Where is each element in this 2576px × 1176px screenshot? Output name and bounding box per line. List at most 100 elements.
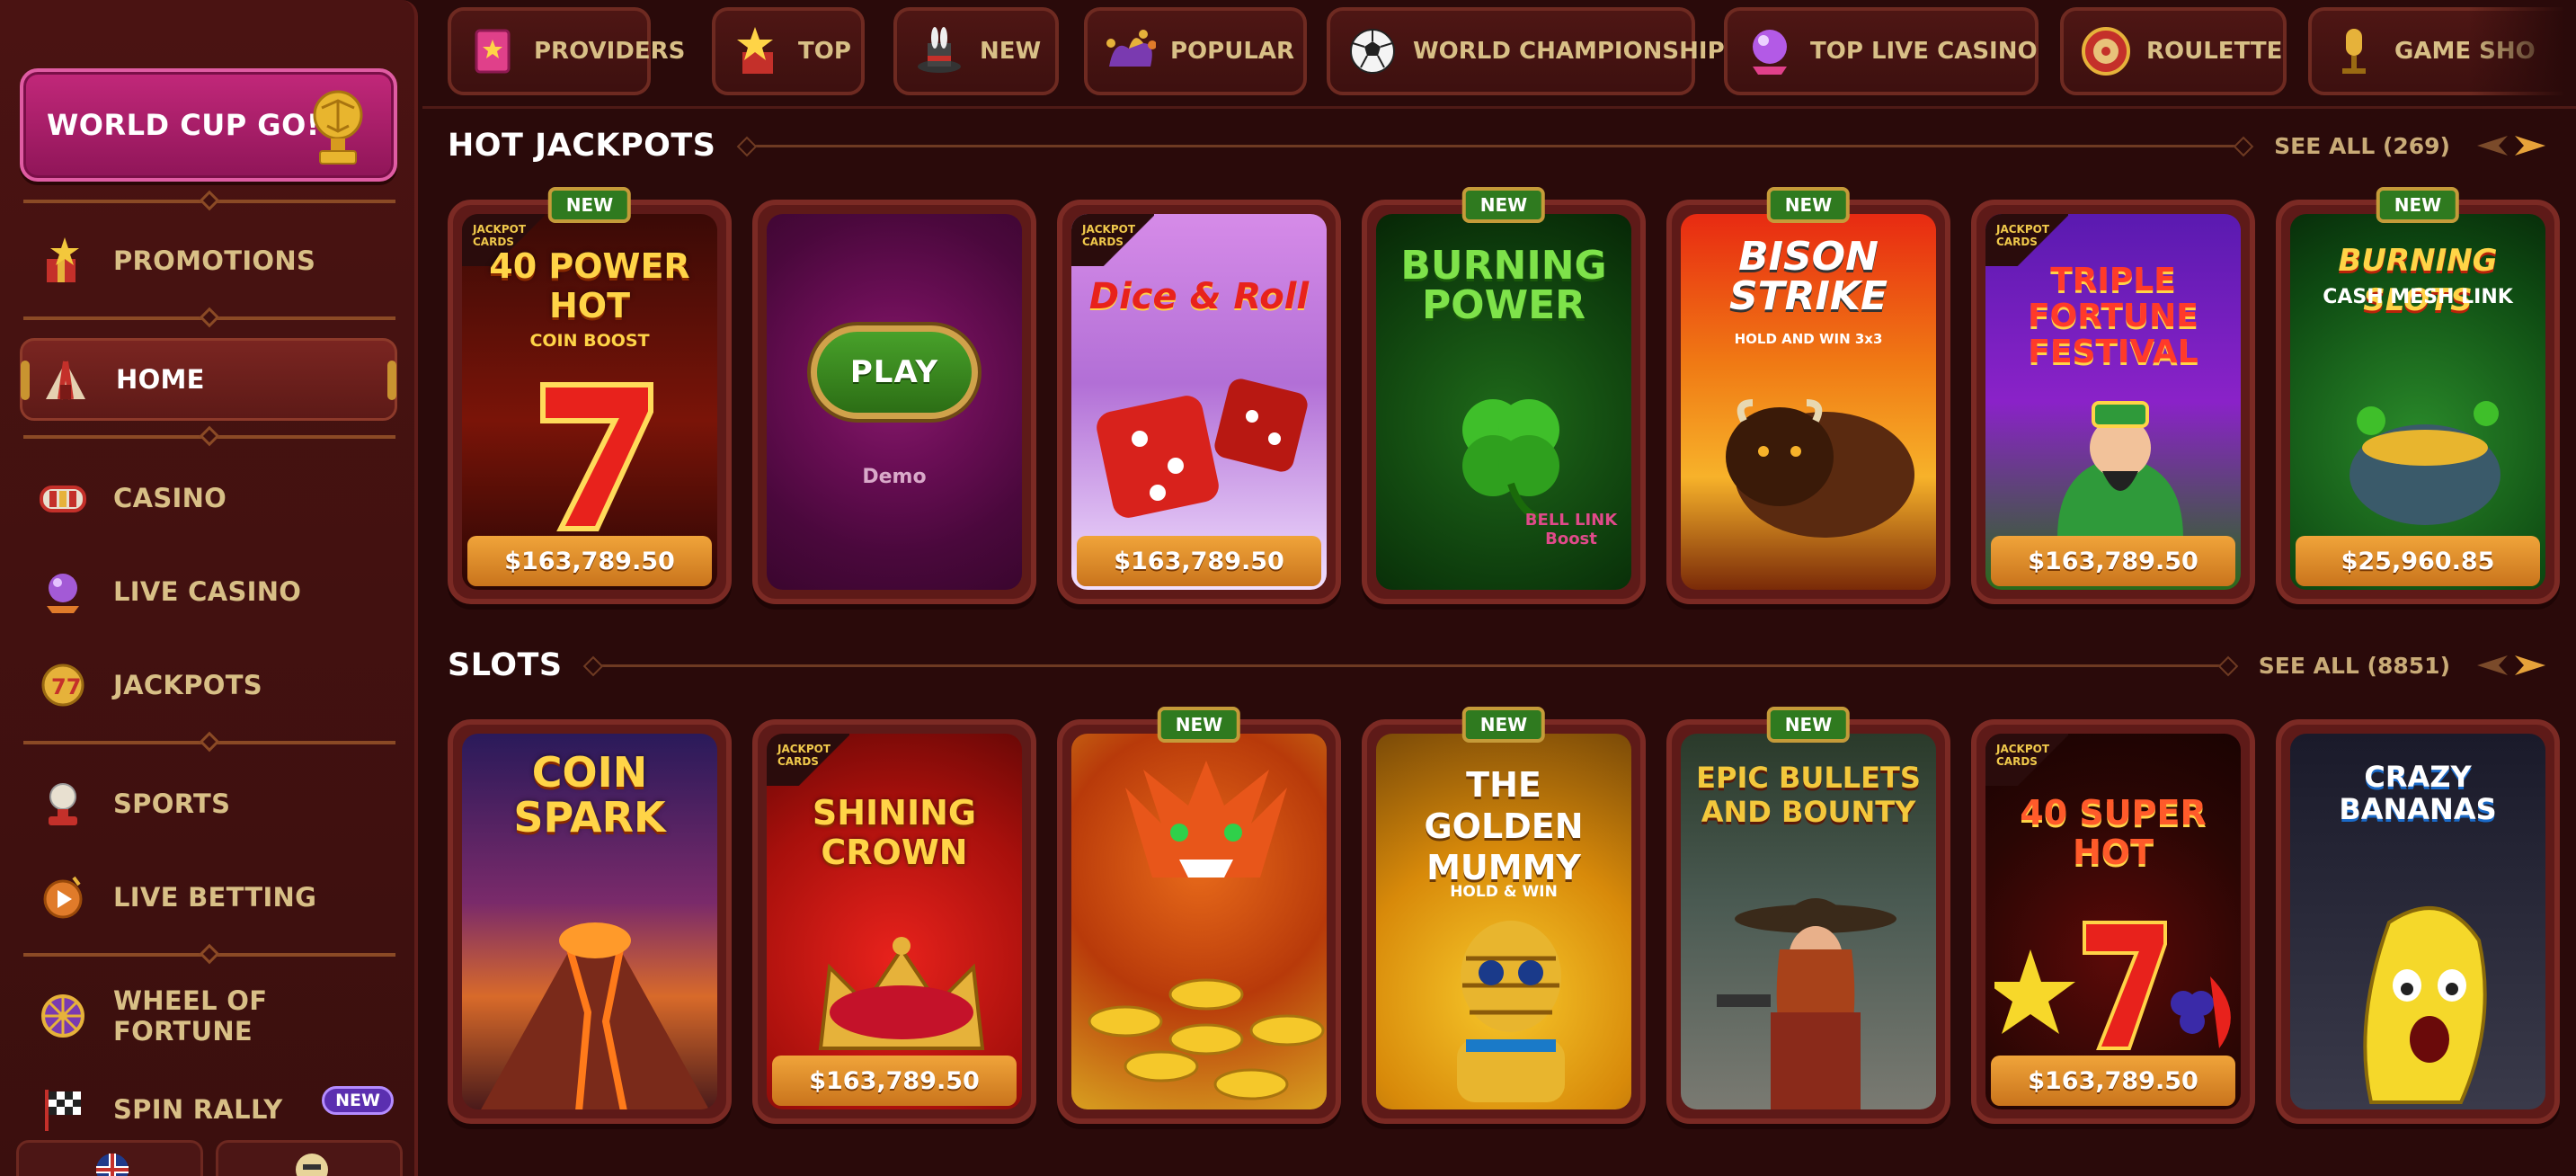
soccer-ball-icon (1350, 29, 1395, 74)
sidebar-item-spin-rally[interactable]: SPIN RALLY NEW (20, 1068, 397, 1151)
demo-link[interactable]: Demo (767, 466, 1022, 488)
game-card-burning-slots[interactable]: NEW BURNING SLOTS CASH MESH LINK $25,960… (2276, 187, 2560, 604)
category-top-live-casino[interactable]: TOP LIVE CASINO (1724, 7, 2039, 95)
section-header-jackpots: HOT JACKPOTS SEE ALL (269) (448, 119, 2551, 173)
jester-hat-icon (1106, 30, 1156, 67)
world-cup-go-button[interactable]: WORLD CUP GO! (20, 68, 397, 182)
jackpot-amount: $163,789.50 (1991, 1056, 2235, 1106)
game-card-dragon-coins[interactable]: NEW (1057, 707, 1341, 1124)
card-subtitle: COIN BOOST (529, 331, 650, 351)
card-art: BURNING POWER BELL LINK Boost (1376, 214, 1631, 590)
sidebar-item-label: WHEEL OF FORTUNE (113, 985, 268, 1047)
sidebar-item-home[interactable]: HOME (20, 338, 397, 421)
category-new[interactable]: NEW (893, 7, 1059, 95)
prev-arrow-icon[interactable] (2472, 128, 2511, 164)
next-arrow-icon[interactable] (2511, 647, 2551, 683)
sidebar-item-label: LIVE CASINO (113, 576, 302, 607)
card-art: JACKPOT CARDS Dice & Roll (1071, 214, 1327, 590)
game-card-crazy-bananas[interactable]: CRAZY BANANAS (2276, 719, 2560, 1124)
game-card-golden-mummy[interactable]: NEW THE GOLDEN MUMMY HOLD & WIN (1362, 707, 1646, 1124)
play-button[interactable]: PLAY (811, 325, 978, 419)
sidebar-item-promotions[interactable]: PROMOTIONS (20, 219, 397, 302)
card-art: JACKPOT CARDS TRIPLE FORTUNE FESTIVAL (1985, 214, 2241, 590)
sidebar-item-casino[interactable]: CASINO (20, 457, 397, 539)
see-all-link[interactable]: SEE ALL (269) (2274, 133, 2450, 159)
new-tag: NEW (1157, 707, 1241, 743)
prev-arrow-icon[interactable] (2472, 647, 2511, 683)
sidebar-item-live-betting[interactable]: LIVE BETTING (20, 856, 397, 939)
game-card-bison-strike[interactable]: NEW BISON STRIKE HOLD AND WIN 3x3 (1666, 187, 1950, 604)
jackpot-cards-tag: JACKPOT CARDS (767, 734, 849, 786)
dice-icon (1097, 379, 1308, 518)
sidebar-item-live-casino[interactable]: LIVE CASINO (20, 550, 397, 633)
jackpot-amount: $163,789.50 (772, 1056, 1017, 1106)
category-top[interactable]: TOP (712, 7, 865, 95)
card-title: TRIPLE FORTUNE FESTIVAL (2028, 262, 2198, 370)
next-arrow-icon[interactable] (2511, 128, 2551, 164)
game-card-epic-bullets-and-bounty[interactable]: NEW EPIC BULLETS AND BOUNTY (1666, 707, 1950, 1124)
category-providers[interactable]: PROVIDERS (448, 7, 685, 95)
game-card-play-demo[interactable]: PLAY Demo (752, 200, 1036, 604)
game-card-shining-crown[interactable]: JACKPOT CARDS SHINING CROWN $163,789.50 (752, 719, 1036, 1124)
card-art: PLAY Demo (767, 214, 1022, 590)
game-card-40-power-hot[interactable]: NEW JACKPOT CARDS 40 POWER HOT COIN BOOS… (448, 187, 732, 604)
slot-reels-icon (40, 486, 86, 512)
jackpot-amount: $163,789.50 (467, 536, 712, 586)
mummy-icon (1457, 921, 1565, 1102)
new-tag: NEW (1766, 707, 1851, 743)
star-box-icon (737, 27, 773, 74)
fortune-wheel-icon (41, 994, 84, 1038)
category-roulette[interactable]: ROULETTE (2060, 7, 2287, 95)
cauldron-icon (2349, 401, 2500, 525)
support-button[interactable] (216, 1140, 403, 1176)
see-all-link[interactable]: SEE ALL (8851) (2259, 653, 2450, 679)
new-badge: NEW (322, 1086, 394, 1115)
clover-icon (1462, 399, 1559, 520)
seven-symbol-icon (540, 382, 653, 531)
sidebar-item-label: SPORTS (113, 788, 231, 819)
cowgirl-icon (1717, 898, 1896, 1109)
dragon-icon (1125, 761, 1287, 878)
card-art: JACKPOT CARDS 40 POWER HOT COIN BOOST (462, 214, 717, 590)
game-card-triple-fortune-festival[interactable]: JACKPOT CARDS TRIPLE FORTUNE FESTIVAL $1… (1971, 200, 2255, 604)
card-art: BURNING SLOTS CASH MESH LINK (2290, 214, 2545, 590)
home-tent-icon (46, 361, 85, 400)
seven-coin-icon: 77 (41, 664, 84, 707)
sidebar-item-wheel-of-fortune[interactable]: WHEEL OF FORTUNE (20, 975, 397, 1057)
card-art: JACKPOT CARDS SHINING CROWN (767, 734, 1022, 1109)
uk-flag-icon (96, 1154, 129, 1176)
card-title: BURNING POWER (1400, 243, 1607, 328)
card-subtitle: BELL LINK Boost (1524, 511, 1618, 548)
scroll-fade (2468, 0, 2576, 104)
card-title: BISON STRIKE (1728, 234, 1888, 319)
sidebar-item-label: HOME (116, 364, 205, 395)
category-label: WORLD CHAMPIONSHIP (1413, 38, 1725, 65)
language-button[interactable] (16, 1140, 203, 1176)
card-title: CRAZY BANANAS (2339, 760, 2497, 826)
category-popular[interactable]: POPULAR (1084, 7, 1307, 95)
mic-icon (2342, 29, 2366, 74)
game-card-40-super-hot[interactable]: JACKPOT CARDS 40 SUPER HOT $163,789.50 (1971, 719, 2255, 1124)
support-face-icon (296, 1154, 328, 1176)
jackpot-amount: $163,789.50 (1077, 536, 1321, 586)
top-divider (422, 106, 2576, 109)
card-title: THE GOLDEN MUMMY (1424, 765, 1584, 887)
category-world-championship[interactable]: WORLD CHAMPIONSHIP (1327, 7, 1725, 95)
game-card-burning-power[interactable]: NEW BURNING POWER BELL LINK Boost (1362, 187, 1646, 604)
card-art: THE GOLDEN MUMMY HOLD & WIN (1376, 734, 1631, 1109)
gift-star-icon (47, 237, 79, 282)
category-label: POPULAR (1170, 38, 1295, 65)
golden-ball-trophy-icon (313, 90, 363, 165)
card-title: 40 SUPER HOT (2020, 793, 2207, 872)
sidebar-item-jackpots[interactable]: 77 JACKPOTS (20, 644, 397, 726)
card-subtitle: CASH MESH LINK (2323, 286, 2513, 308)
game-card-dice-and-roll[interactable]: JACKPOT CARDS Dice & Roll $163,789.50 (1057, 200, 1341, 604)
volcano-icon (481, 922, 709, 1109)
sidebar-item-sports[interactable]: SPORTS (20, 762, 397, 845)
sidebar-divider (23, 190, 395, 211)
section-line (589, 664, 2232, 667)
book-icon (475, 29, 511, 74)
game-card-coin-spark[interactable]: COIN SPARK (448, 719, 732, 1124)
crystal-ball-icon (47, 574, 79, 613)
fruit-seven-icon (1994, 921, 2231, 1050)
